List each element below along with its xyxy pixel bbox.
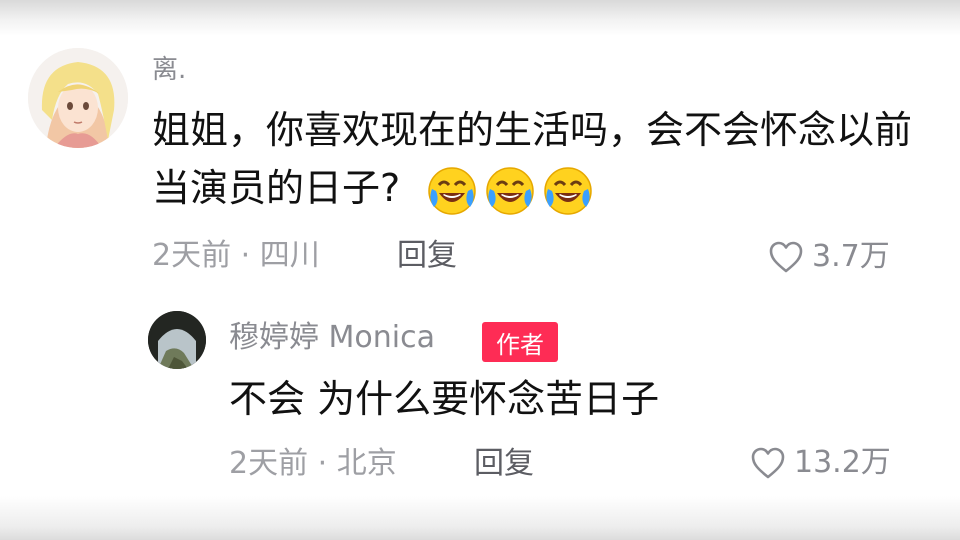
comment-text-line-1: 姐姐，你喜欢现在的生活吗，会不会怀念以前 xyxy=(152,108,913,152)
reply-like-button[interactable]: 13.2万 xyxy=(750,446,891,480)
laughing-crying-emoji-icon xyxy=(428,166,477,215)
author-badge: 作者 xyxy=(482,322,558,362)
comment-time-location: 2天前 · 四川 xyxy=(152,238,320,273)
emoji-row xyxy=(426,165,594,217)
comment-like-button[interactable]: 3.7万 xyxy=(768,240,890,274)
laughing-crying-emoji-icon xyxy=(544,166,593,215)
top-fade-overlay xyxy=(0,0,960,36)
bottom-fade-overlay xyxy=(0,496,960,540)
replier-avatar[interactable] xyxy=(148,311,206,369)
reply-text: 不会 为什么要怀念苦日子 xyxy=(229,377,660,421)
commenter-avatar[interactable] xyxy=(28,48,128,148)
reply-reply-button[interactable]: 回复 xyxy=(474,449,534,479)
comment-text-line-2: 当演员的日子? xyxy=(152,158,594,218)
laughing-crying-emoji-icon xyxy=(486,166,535,215)
heart-icon xyxy=(751,447,785,479)
comment-text-line-2-content: 当演员的日子? xyxy=(152,166,401,210)
replier-username[interactable]: 穆婷婷 Monica xyxy=(229,323,435,353)
reply-time-location: 2天前 · 北京 xyxy=(229,446,397,481)
heart-icon xyxy=(769,241,803,273)
reply-like-count: 13.2万 xyxy=(794,445,891,480)
comment-like-count: 3.7万 xyxy=(812,239,890,274)
commenter-username[interactable]: 离. xyxy=(152,57,186,83)
comment-reply-button[interactable]: 回复 xyxy=(397,241,457,271)
